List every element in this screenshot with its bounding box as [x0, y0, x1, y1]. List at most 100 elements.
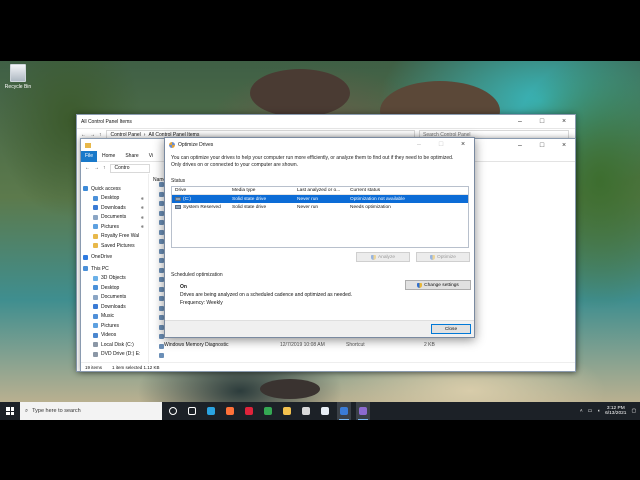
nav-item[interactable]: Pictures — [81, 321, 148, 331]
firefox-icon — [226, 407, 234, 415]
tab-home[interactable]: Home — [97, 153, 120, 159]
column-drive[interactable]: Drive — [172, 188, 232, 193]
up-arrow-icon[interactable]: ↑ — [99, 132, 102, 138]
column-last-analyzed[interactable]: Last analyzed or o... — [297, 188, 350, 193]
change-settings-button[interactable]: Change settings — [405, 280, 471, 290]
close-button[interactable]: × — [452, 138, 474, 151]
tab-share[interactable]: Share — [120, 153, 143, 159]
change-settings-label: Change settings — [424, 282, 459, 288]
breadcrumb-separator: › — [143, 131, 146, 138]
nav-item-label: Saved Pictures — [101, 242, 135, 249]
nav-item[interactable]: Desktop ✱ — [81, 194, 148, 204]
drive-name: (C:) — [183, 196, 191, 202]
table-row[interactable]: System Reserved Solid state drive Never … — [172, 203, 468, 211]
control-panel-taskbar-button[interactable] — [337, 402, 351, 420]
maximize-button[interactable]: □ — [531, 115, 553, 128]
close-dialog-button[interactable]: Close — [431, 324, 471, 334]
opera-taskbar-button[interactable] — [242, 402, 256, 420]
control-panel-titlebar[interactable]: All Control Panel Items – □ × — [77, 115, 575, 128]
system-tray: ˄ ▭ ◖ 3:12 PM 6/13/2021 ▢ — [580, 406, 640, 417]
nav-item[interactable]: Quick access — [81, 184, 148, 194]
nav-item-label: This PC — [91, 265, 109, 272]
list-item[interactable]: Windows Memory Diagnostic 12/7/2019 10:0… — [164, 341, 464, 349]
minimize-button[interactable]: – — [509, 139, 531, 152]
table-row[interactable]: (C:) Solid state drive Never run Optimiz… — [172, 195, 468, 203]
drives-table[interactable]: Drive Media type Last analyzed or o... C… — [171, 186, 469, 248]
task-view-taskbar-button[interactable] — [185, 402, 199, 420]
nav-item-label: Quick access — [91, 185, 121, 192]
status-label: Status — [171, 178, 186, 184]
tab-view[interactable]: Vi — [144, 153, 158, 159]
column-media-type[interactable]: Media type — [232, 188, 297, 193]
window-title: All Control Panel Items — [81, 118, 132, 125]
close-button[interactable]: × — [553, 139, 575, 152]
forward-arrow-icon[interactable]: → — [94, 165, 99, 171]
nav-item[interactable]: Music — [81, 312, 148, 322]
desktop-icon — [93, 285, 98, 291]
close-label: Close — [444, 326, 458, 332]
address-bar[interactable]: Contro — [109, 163, 150, 173]
chrome-taskbar-button[interactable] — [261, 402, 275, 420]
cortana-taskbar-button[interactable] — [166, 402, 180, 420]
screen: Recycle Bin All Control Panel Items – □ … — [0, 0, 640, 480]
file-size: 2 KB — [424, 342, 435, 348]
maximize-button[interactable]: □ — [531, 139, 553, 152]
file-type: Shortcut — [346, 342, 365, 348]
intro-text: You can optimize your drives to help you… — [171, 155, 454, 168]
nav-item[interactable]: Pictures ✱ — [81, 222, 148, 232]
last-analyzed: Never run — [297, 204, 319, 210]
start-button[interactable] — [0, 402, 20, 420]
cube-icon — [93, 275, 98, 281]
edge-taskbar-button[interactable] — [204, 402, 218, 420]
optimize-drives-dialog[interactable]: Optimize Drives – □ × You can optimize y… — [164, 137, 475, 338]
nav-item[interactable]: Documents ✱ — [81, 213, 148, 223]
nav-item[interactable]: Videos — [81, 331, 148, 341]
nav-item[interactable]: Saved Pictures — [81, 241, 148, 251]
nav-item[interactable]: 3D Objects — [81, 274, 148, 284]
current-status: Needs optimization — [350, 204, 391, 210]
nav-item[interactable]: Local Disk (C:) — [81, 340, 148, 350]
network-icon[interactable]: ▭ — [588, 409, 593, 414]
taskbar-search-box[interactable]: ⌕ Type here to search — [20, 402, 162, 420]
nav-item[interactable]: Downloads ✱ — [81, 203, 148, 213]
nav-item-label: Videos — [101, 332, 117, 339]
store-taskbar-button[interactable] — [299, 402, 313, 420]
back-arrow-icon[interactable]: ← — [81, 132, 86, 138]
navigation-pane: Quick access Desktop ✱ Downloads ✱ Documents ✱… — [81, 174, 149, 364]
defrag-icon — [359, 407, 367, 415]
schedule-description: Drives are being analyzed on a scheduled… — [180, 292, 353, 298]
file-explorer-taskbar-button[interactable] — [280, 402, 294, 420]
column-current-status[interactable]: Current status — [350, 188, 468, 193]
optimize-drives-titlebar[interactable]: Optimize Drives – □ × — [165, 138, 474, 151]
back-arrow-icon[interactable]: ← — [85, 165, 90, 171]
schedule-frequency: Frequency: Weekly — [180, 300, 223, 306]
forward-arrow-icon[interactable]: → — [90, 132, 95, 138]
nav-item[interactable]: Downloads — [81, 302, 148, 312]
nav-item-label: Documents — [101, 214, 127, 221]
notifications-icon[interactable]: ▢ — [631, 409, 636, 414]
chevron-up-icon[interactable]: ˄ — [580, 409, 583, 414]
nav-item-label: Documents — [101, 294, 127, 301]
firefox-taskbar-button[interactable] — [223, 402, 237, 420]
nav-item[interactable]: Documents — [81, 293, 148, 303]
optimize-button[interactable]: Optimize — [416, 252, 470, 262]
nav-item[interactable]: Royalty Free Wal — [81, 232, 148, 242]
minimize-button[interactable]: – — [509, 115, 531, 128]
defrag-taskbar-button[interactable] — [356, 402, 370, 420]
nav-item[interactable]: OneDrive — [81, 253, 148, 263]
close-button[interactable]: × — [553, 115, 575, 128]
pin-icon: ✱ — [140, 224, 144, 230]
up-arrow-icon[interactable]: ↑ — [103, 165, 106, 171]
analyze-button[interactable]: Analyze — [356, 252, 410, 262]
breadcrumb-control-panel[interactable]: Control Panel — [111, 132, 141, 138]
recycle-bin-desktop-icon[interactable]: Recycle Bin — [3, 64, 33, 90]
clock[interactable]: 3:12 PM 6/13/2021 — [605, 406, 626, 417]
last-analyzed: Never run — [297, 196, 319, 202]
nav-item[interactable]: Desktop — [81, 283, 148, 293]
nav-item[interactable]: This PC — [81, 264, 148, 274]
mail-taskbar-button[interactable] — [318, 402, 332, 420]
volume-icon[interactable]: ◖ — [597, 409, 600, 414]
dialog-title: Optimize Drives — [178, 141, 214, 148]
nav-item[interactable]: DVD Drive (D:) E: — [81, 350, 148, 360]
tab-file[interactable]: File — [81, 150, 97, 162]
